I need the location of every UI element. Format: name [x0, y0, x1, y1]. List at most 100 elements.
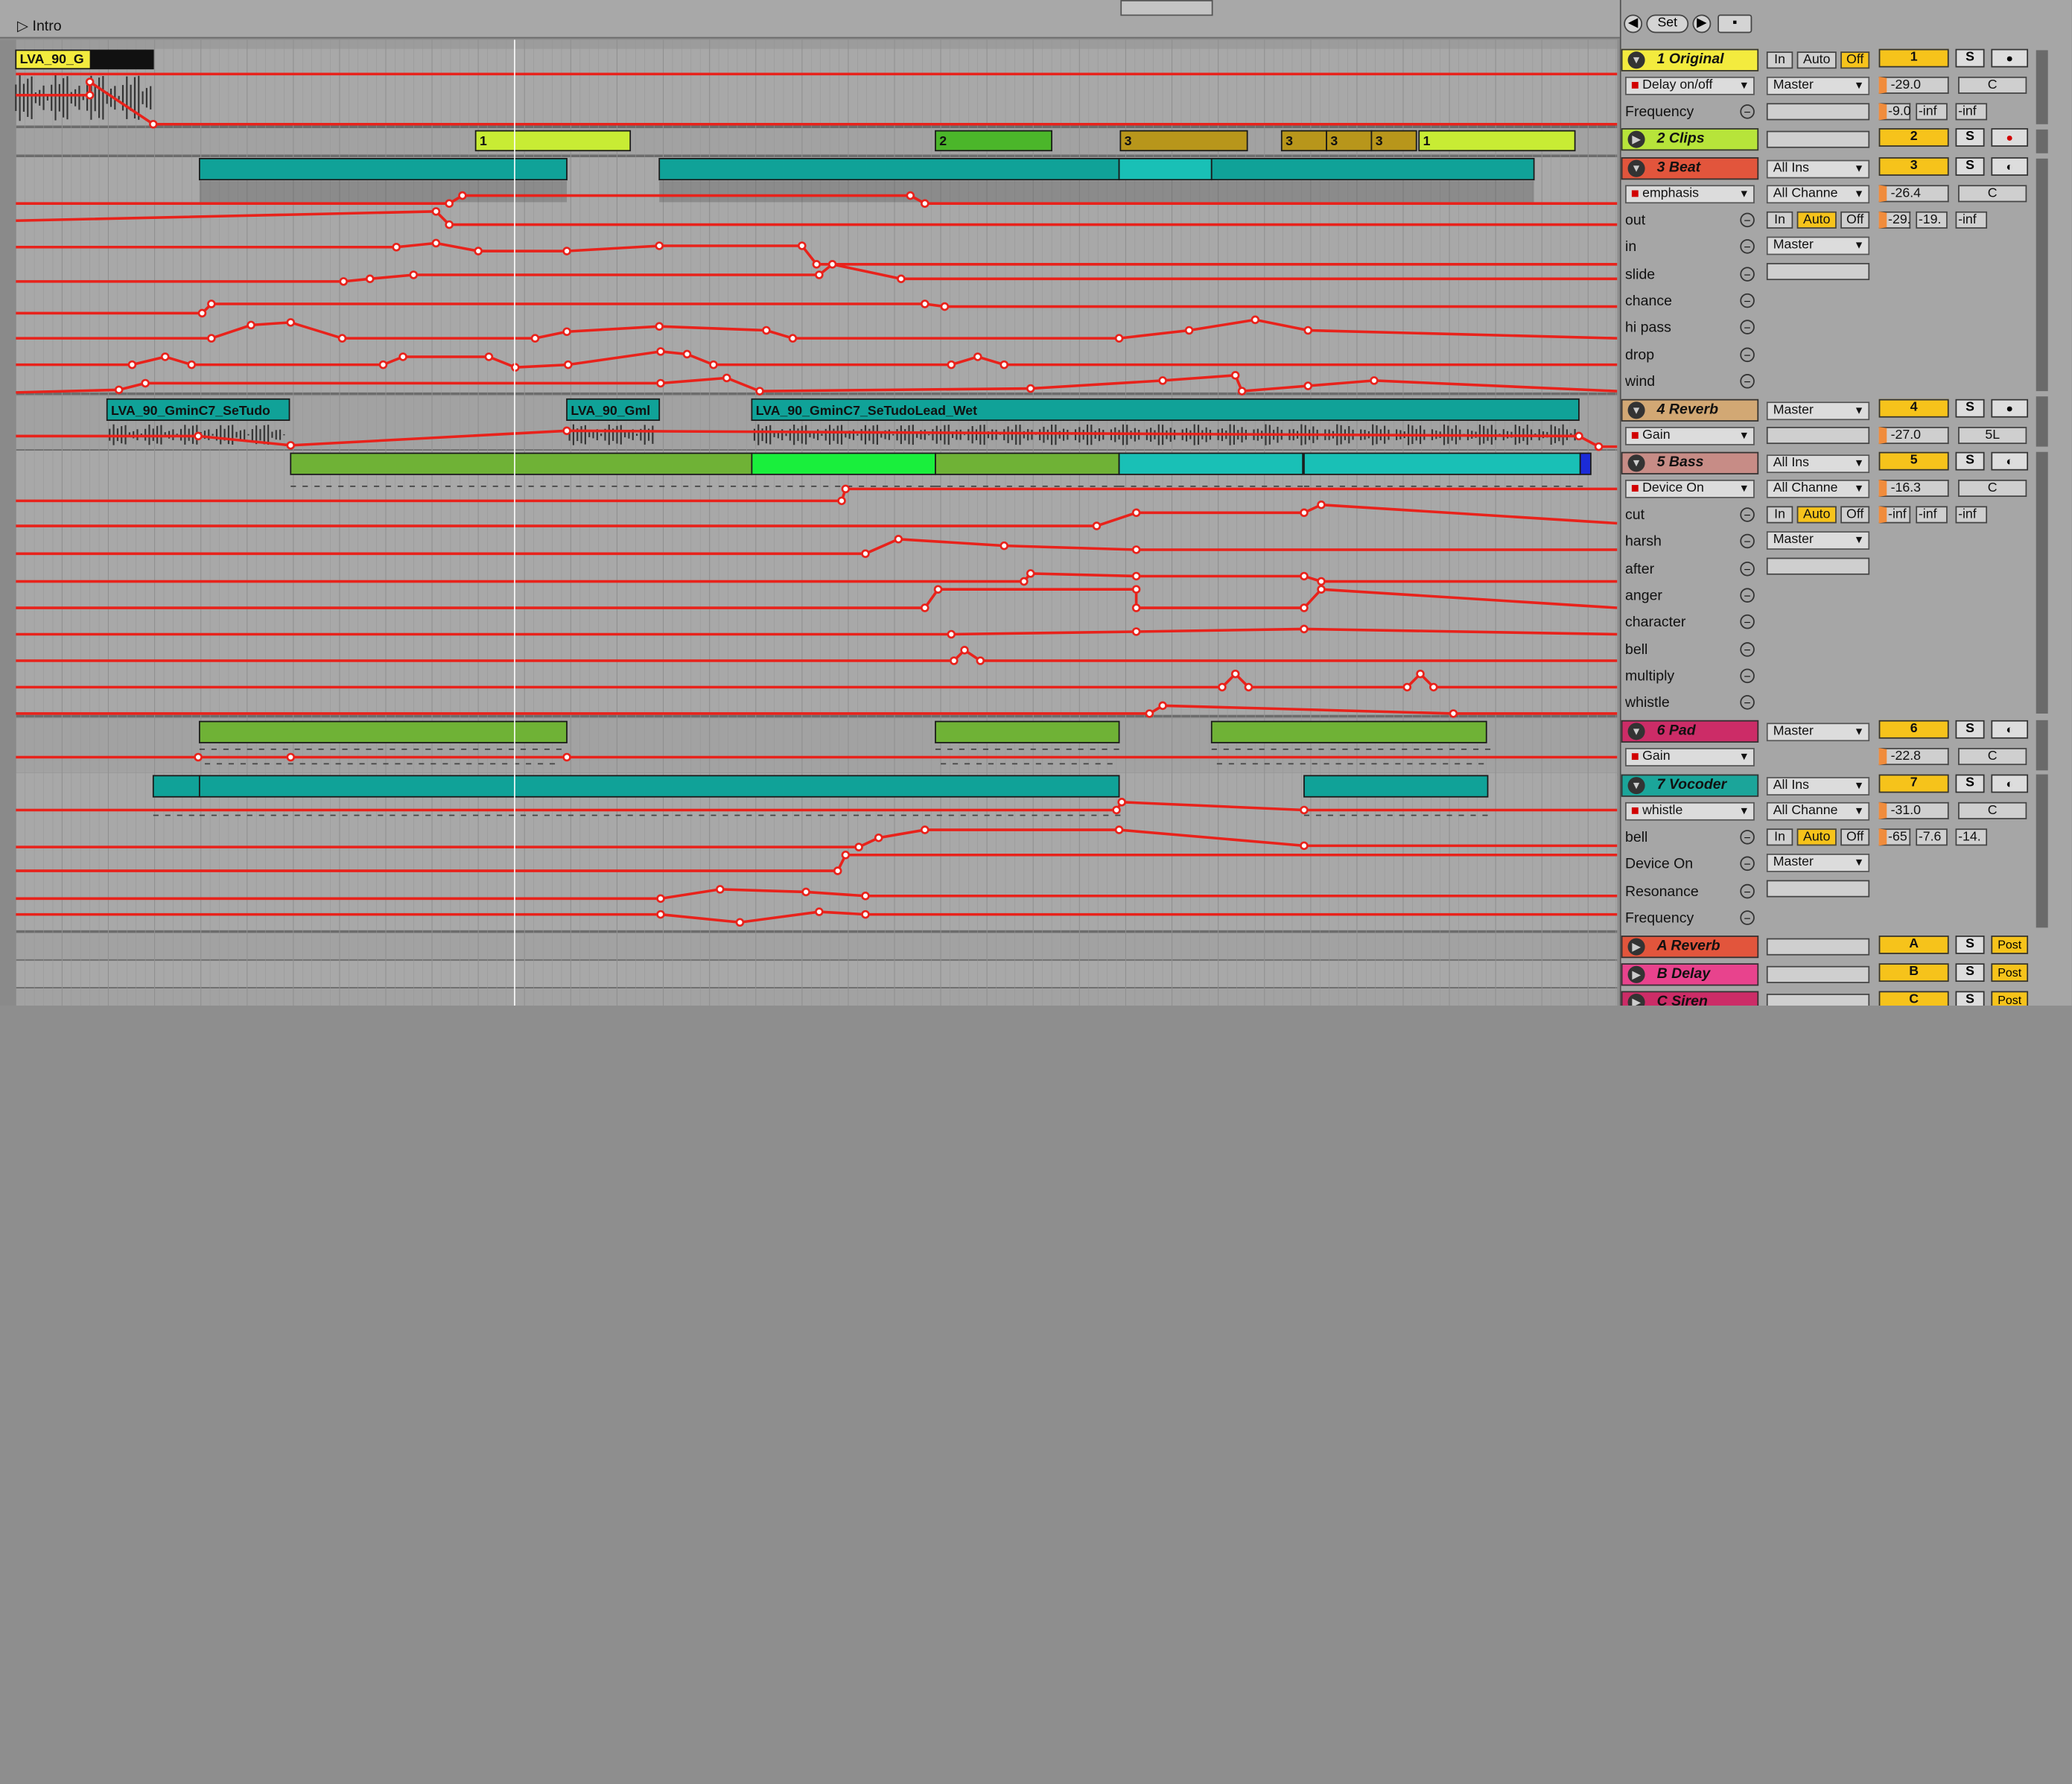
output-route-selector[interactable]: Master ▼	[1766, 236, 1870, 255]
record-arm-button[interactable]: ●	[1991, 128, 2029, 147]
vertical-scrollbar[interactable]	[2036, 720, 2048, 771]
vertical-scrollbar[interactable]	[2036, 774, 2048, 928]
post-button[interactable]: Post	[1991, 935, 2029, 954]
solo-button[interactable]: S	[1955, 157, 1985, 176]
volume-field[interactable]: -22.8	[1878, 748, 1949, 766]
record-arm-button[interactable]: ◐	[1991, 720, 2029, 739]
vocoder-clip[interactable]	[198, 775, 1120, 798]
remove-lane-icon[interactable]: −	[1740, 104, 1755, 119]
track-title-6[interactable]: ▼ 6 Pad	[1621, 720, 1759, 743]
expand-icon[interactable]: ▶	[1627, 130, 1645, 148]
routing-field[interactable]	[1766, 994, 1870, 1006]
bass-clip[interactable]	[935, 452, 1120, 475]
volume-field[interactable]: -29.0	[1878, 76, 1949, 94]
input-auto-button[interactable]: Auto	[1796, 211, 1837, 229]
record-arm-button[interactable]: ◐	[1991, 774, 2029, 793]
routing-field[interactable]	[1766, 263, 1870, 281]
remove-lane-icon[interactable]: −	[1740, 534, 1755, 549]
remove-lane-icon[interactable]: −	[1740, 588, 1755, 603]
lock-icon[interactable]: ▪	[1717, 14, 1752, 34]
input-auto-button[interactable]: Auto	[1796, 506, 1837, 524]
post-button[interactable]: Post	[1991, 991, 2029, 1006]
beat-clip[interactable]	[1210, 157, 1535, 181]
input-channel-selector[interactable]: All Channe ▼	[1766, 801, 1870, 821]
solo-button[interactable]: S	[1955, 128, 1985, 147]
track-title-4[interactable]: ▼ 4 Reverb	[1621, 399, 1759, 422]
pan-field[interactable]: 5L	[1958, 427, 2027, 445]
remove-lane-icon[interactable]: −	[1740, 857, 1755, 872]
solo-button[interactable]: S	[1955, 451, 1985, 471]
volume-field[interactable]: -26.4	[1878, 185, 1949, 203]
input-channel-selector[interactable]: All Channe ▼	[1766, 185, 1870, 204]
collapse-icon[interactable]: ▼	[1627, 777, 1645, 795]
pad-clip[interactable]	[198, 720, 568, 743]
remove-lane-icon[interactable]: −	[1740, 507, 1755, 522]
routing-field[interactable]	[1766, 938, 1870, 956]
session-clip[interactable]: 2	[935, 130, 1052, 152]
post-button[interactable]: Post	[1991, 963, 2029, 983]
input-route-selector[interactable]: All Ins ▼	[1766, 159, 1870, 179]
output-route-selector[interactable]: Master ▼	[1766, 723, 1870, 742]
bass-clip[interactable]	[1303, 452, 1581, 475]
beat-clip[interactable]	[198, 157, 568, 181]
send-value[interactable]: -19.	[1916, 211, 1948, 229]
expand-icon[interactable]: ▶	[1627, 965, 1645, 983]
pan-field[interactable]: C	[1958, 76, 2027, 94]
vertical-scrollbar[interactable]	[2036, 158, 2048, 392]
send-value[interactable]: -7.6	[1916, 828, 1948, 846]
record-arm-button[interactable]: ●	[1991, 399, 2029, 418]
vertical-scrollbar[interactable]	[2036, 451, 2048, 714]
routing-field[interactable]	[1766, 130, 1870, 148]
session-clip[interactable]: 3	[1370, 130, 1417, 152]
remove-lane-icon[interactable]: −	[1740, 266, 1755, 282]
remove-lane-icon[interactable]: −	[1740, 615, 1755, 629]
pad-clip[interactable]	[935, 720, 1120, 743]
track-title-5[interactable]: ▼ 5 Bass	[1621, 451, 1759, 474]
track-title-3[interactable]: ▼ 3 Beat	[1621, 157, 1759, 180]
reverb-clip[interactable]: LVA_90_Gml	[566, 398, 661, 422]
collapse-icon[interactable]: ▼	[1627, 723, 1645, 740]
beat-clip[interactable]	[1118, 157, 1213, 181]
session-clip[interactable]: 1	[1418, 130, 1576, 152]
session-clip[interactable]: 1	[474, 130, 632, 152]
output-route-selector[interactable]: Master ▼	[1766, 401, 1870, 421]
pan-field[interactable]: C	[1958, 185, 2027, 203]
solo-button[interactable]: S	[1955, 48, 1985, 68]
device-selector[interactable]: whistle ▼	[1625, 801, 1755, 821]
bass-clip[interactable]	[1118, 452, 1304, 475]
volume-field[interactable]: -16.3	[1878, 479, 1949, 498]
volume-field[interactable]: -27.0	[1878, 427, 1949, 445]
record-arm-button[interactable]: ◐	[1991, 451, 2029, 471]
horizontal-scroll-thumb[interactable]	[1120, 0, 1213, 16]
input-auto-button[interactable]: Auto	[1796, 51, 1837, 69]
track-title-2[interactable]: ▶ 2 Clips	[1621, 128, 1759, 151]
session-clip[interactable]: 3	[1326, 130, 1373, 152]
routing-field[interactable]	[1766, 427, 1870, 445]
collapse-icon[interactable]: ▼	[1627, 159, 1645, 177]
back-button[interactable]: ◀	[1624, 14, 1643, 34]
input-off-button[interactable]: Off	[1840, 51, 1870, 69]
bass-clip[interactable]	[1579, 452, 1592, 475]
input-off-button[interactable]: Off	[1840, 828, 1870, 846]
beat-clip[interactable]	[658, 157, 1120, 181]
remove-lane-icon[interactable]: −	[1740, 668, 1755, 683]
forward-button[interactable]: ▶	[1692, 14, 1712, 34]
routing-field[interactable]	[1766, 965, 1870, 983]
collapse-icon[interactable]: ▼	[1627, 51, 1645, 69]
volume-field[interactable]: -31.0	[1878, 801, 1949, 819]
remove-lane-icon[interactable]: −	[1740, 373, 1755, 389]
send-value[interactable]: -inf	[1955, 103, 1988, 121]
output-route-selector[interactable]: Master ▼	[1766, 854, 1870, 872]
solo-button[interactable]: S	[1955, 935, 1985, 954]
remove-lane-icon[interactable]: −	[1740, 212, 1755, 228]
routing-field[interactable]	[1766, 557, 1870, 575]
remove-lane-icon[interactable]: −	[1740, 695, 1755, 710]
solo-button[interactable]: S	[1955, 774, 1985, 793]
output-route-selector[interactable]: Master ▼	[1766, 531, 1870, 550]
return-title[interactable]: ▶ B Delay	[1621, 963, 1759, 986]
solo-button[interactable]: S	[1955, 720, 1985, 739]
solo-button[interactable]: S	[1955, 399, 1985, 418]
arrangement-view[interactable]: LVA_90_G 1 2 3 3 3 3 1 LVA_90_GminC7_SeTudo LVA_9…	[0, 39, 1618, 1006]
remove-lane-icon[interactable]: −	[1740, 561, 1755, 576]
pan-field[interactable]: C	[1958, 479, 2027, 498]
